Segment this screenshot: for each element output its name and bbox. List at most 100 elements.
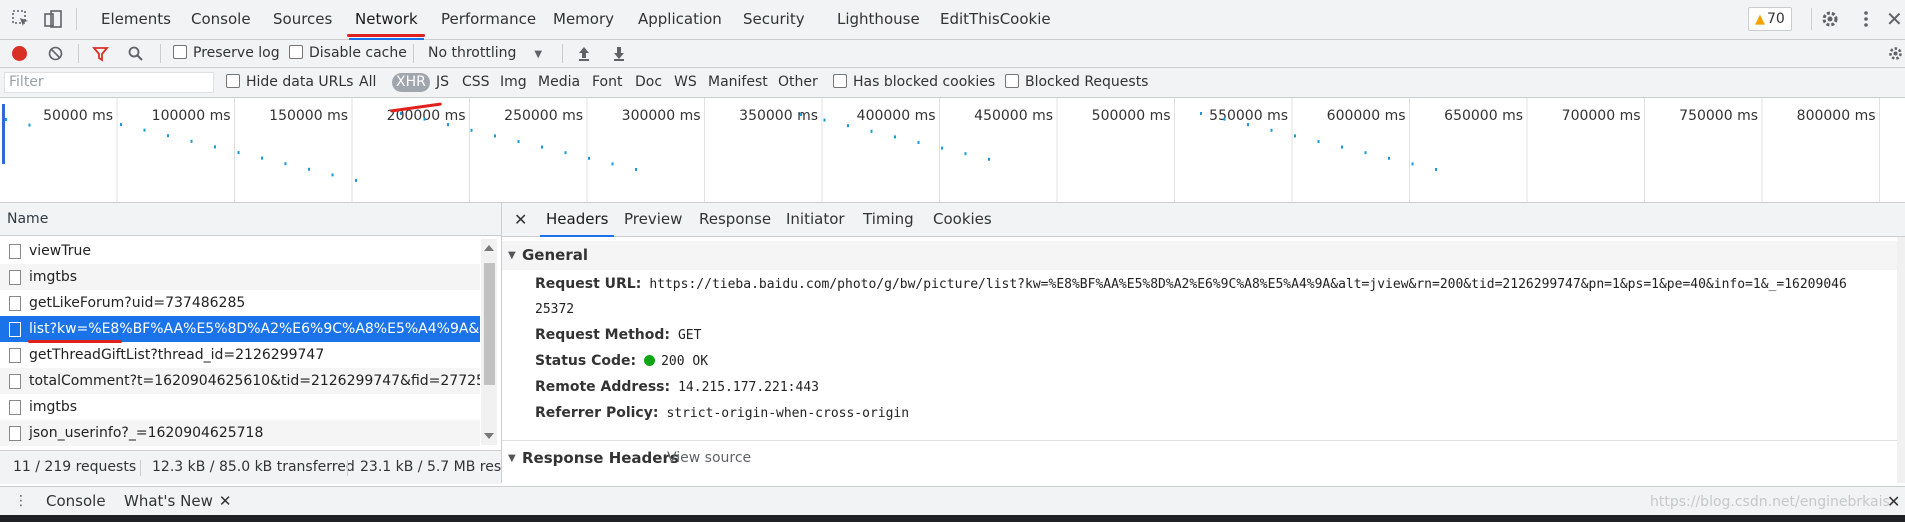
warning-count: 70 [1767, 11, 1785, 27]
settings-gear-icon[interactable] [1819, 8, 1841, 30]
timeline-tick-label: 750000 ms [1679, 108, 1758, 124]
blocked-requests-checkbox[interactable]: Blocked Requests [1005, 68, 1148, 97]
response-headers-section-header[interactable]: ▼ Response Headers View source [502, 444, 1897, 473]
tab-response[interactable]: Response [699, 203, 771, 236]
request-url-value[interactable]: https://tieba.baidu.com/photo/g/bw/pictu… [649, 277, 1846, 292]
filter-type-manifest[interactable]: Manifest [708, 68, 768, 97]
request-dot [1435, 168, 1437, 171]
more-options-icon[interactable] [1855, 8, 1877, 30]
has-blocked-cookies-checkbox[interactable]: Has blocked cookies [833, 68, 995, 97]
filter-type-doc[interactable]: Doc [635, 68, 662, 97]
import-har-icon[interactable] [576, 45, 592, 62]
toolbar-divider [78, 44, 79, 63]
file-icon [9, 244, 21, 259]
drawer-tab-console[interactable]: Console [46, 487, 106, 516]
tab-elements[interactable]: Elements [101, 0, 171, 39]
close-tab-icon[interactable]: ✕ [219, 492, 232, 510]
request-row[interactable]: viewTrue [0, 238, 480, 264]
file-icon [9, 322, 21, 337]
request-method-value[interactable]: GET [678, 328, 701, 343]
filter-input[interactable]: Filter [4, 72, 214, 93]
blocked-requests-label: Blocked Requests [1025, 74, 1149, 90]
request-dot [517, 140, 520, 143]
disable-cache-checkbox[interactable]: Disable cache [289, 40, 407, 67]
request-name: getThreadGiftList?thread_id=2126299747 [29, 347, 325, 363]
throttling-select[interactable]: No throttling ▼ [428, 40, 542, 67]
request-row[interactable]: getThreadGiftList?thread_id=2126299747 [0, 342, 480, 368]
tab-headers-label: Headers [546, 210, 609, 228]
request-row[interactable]: getLikeForum?uid=737486285 [0, 290, 480, 316]
tab-timing[interactable]: Timing [863, 203, 914, 236]
warnings-badge[interactable]: ▲ 70 [1748, 7, 1792, 31]
filter-funnel-icon[interactable] [92, 45, 109, 62]
inspect-element-icon[interactable] [10, 8, 32, 30]
tab-console[interactable]: Console [191, 0, 251, 39]
tab-memory[interactable]: Memory [553, 0, 614, 39]
filter-type-xhr[interactable]: XHR [392, 73, 430, 92]
record-button[interactable] [12, 46, 27, 61]
request-row[interactable]: json_userinfo?_=1620904625718 [0, 420, 480, 446]
general-section-header[interactable]: ▼ General [502, 241, 1897, 270]
network-overview-timeline[interactable]: 50000 ms 100000 ms 150000 ms 200000 ms 25000… [0, 98, 1905, 203]
filter-type-ws[interactable]: WS [674, 68, 697, 97]
status-code-row: Status Code: 200 OK [535, 353, 708, 369]
request-dot [237, 151, 240, 154]
drawer-tab-whats-new[interactable]: What's New ✕ [124, 487, 231, 516]
export-har-icon[interactable] [611, 45, 627, 62]
request-row[interactable]: list?kw=%E8%BF%AA%E5%8D%A2%E6%9C%A8%E5%A… [0, 316, 480, 342]
filter-type-font[interactable]: Font [592, 68, 622, 97]
request-dot [423, 117, 426, 121]
tab-preview[interactable]: Preview [624, 203, 682, 236]
details-scrollbar[interactable] [1897, 237, 1905, 483]
request-row[interactable]: imgtbs [0, 394, 480, 420]
remote-address-row: Remote Address: 14.215.177.221:443 [535, 379, 819, 395]
network-settings-gear-icon[interactable] [1887, 45, 1904, 62]
tab-cookies[interactable]: Cookies [933, 203, 992, 236]
request-dot [1411, 162, 1414, 166]
tab-performance[interactable]: Performance [441, 0, 536, 39]
tab-initiator[interactable]: Initiator [786, 203, 845, 236]
close-devtools-icon[interactable]: ✕ [1886, 8, 1905, 30]
tab-application[interactable]: Application [638, 0, 722, 39]
scroll-down-arrow-icon[interactable] [484, 433, 494, 439]
tab-lighthouse[interactable]: Lighthouse [837, 0, 920, 39]
referrer-policy-value[interactable]: strict-origin-when-cross-origin [666, 406, 909, 421]
request-dot [988, 157, 990, 161]
request-row[interactable]: totalComment?t=1620904625610&tid=2126299… [0, 368, 480, 394]
dom-content-loaded-marker [2, 104, 5, 164]
filter-type-img[interactable]: Img [500, 68, 527, 97]
timeline-tick-label: 300000 ms [622, 108, 701, 124]
search-icon[interactable] [127, 45, 144, 62]
scroll-up-arrow-icon[interactable] [484, 245, 494, 251]
view-source-link[interactable]: View source [667, 444, 751, 473]
request-name: json_userinfo?_=1620904625718 [29, 425, 264, 441]
tab-sources[interactable]: Sources [273, 0, 332, 39]
clear-icon[interactable] [48, 46, 63, 61]
filter-type-all[interactable]: All [359, 68, 376, 97]
filter-type-other[interactable]: Other [778, 68, 818, 97]
status-code-value[interactable]: 200 OK [661, 354, 708, 369]
toolbar-divider [413, 44, 414, 63]
tab-security[interactable]: Security [743, 0, 805, 39]
remote-address-value[interactable]: 14.215.177.221:443 [678, 380, 819, 395]
request-list-scrollbar[interactable] [481, 239, 497, 445]
hide-data-urls-checkbox[interactable]: Hide data URLs [226, 68, 353, 97]
tab-editthiscookie[interactable]: EditThisCookie [940, 0, 1051, 39]
request-dot [400, 112, 402, 115]
filter-type-media[interactable]: Media [538, 68, 580, 97]
drawer-menu-icon[interactable]: ⋮ [14, 487, 28, 516]
filter-type-js[interactable]: JS [436, 68, 449, 97]
toolbar-divider [1811, 8, 1812, 30]
filter-type-css[interactable]: CSS [462, 68, 490, 97]
close-details-icon[interactable]: ✕ [514, 203, 527, 236]
scroll-thumb[interactable] [484, 263, 495, 385]
device-toolbar-icon[interactable] [42, 8, 64, 30]
request-row[interactable]: imgtbs [0, 264, 480, 290]
status-ok-dot-icon [644, 355, 656, 366]
request-url-value-cont[interactable]: 25372 [535, 302, 574, 317]
request-method-key: Request Method: [535, 327, 670, 343]
request-dot [635, 168, 637, 171]
name-column-header[interactable]: Name [0, 203, 501, 236]
preserve-log-checkbox[interactable]: Preserve log [173, 40, 280, 67]
tab-headers[interactable]: Headers [540, 203, 615, 237]
